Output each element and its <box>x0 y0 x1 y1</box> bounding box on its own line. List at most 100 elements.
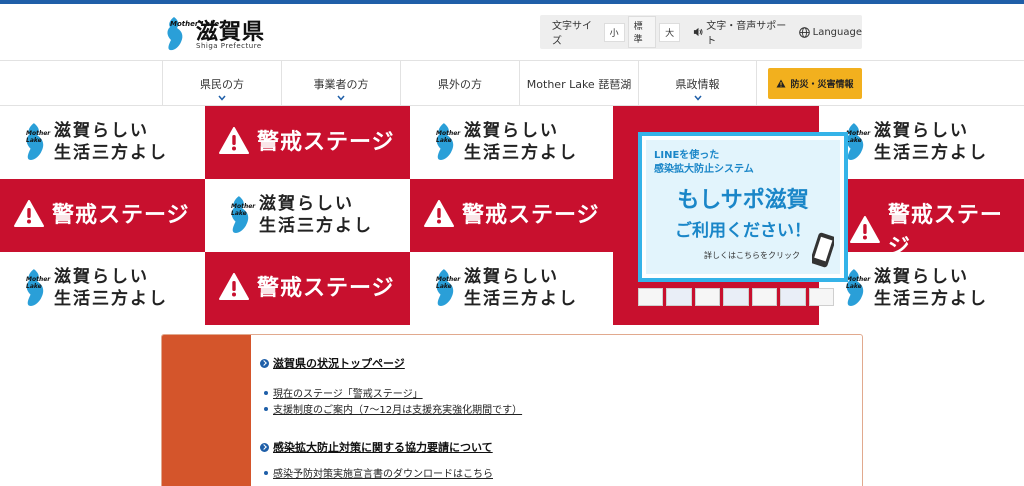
nav-item-government[interactable]: 県政情報 <box>638 61 757 106</box>
slogan-line2: 生活三方よし <box>464 143 578 163</box>
lake-biwa-icon: Mother Lake <box>22 122 51 162</box>
slogan-tile: Mother Lake 滋賀らしい 生活三方よし <box>410 252 615 325</box>
link-declaration-download[interactable]: 感染予防対策実施宣言書のダウンロードはこちら <box>264 465 493 480</box>
section-title: 滋賀県の状況トップページ <box>273 357 405 370</box>
font-size-large-button[interactable]: 大 <box>659 22 681 42</box>
nav-label: 県政情報 <box>675 78 720 91</box>
keikai-tile: 警戒ステージ <box>820 179 1024 260</box>
slogan-mark-text: Mother Lake <box>26 276 51 290</box>
thumbnail[interactable] <box>751 288 778 306</box>
disaster-info-label: 防災・災害情報 <box>790 80 854 90</box>
chevron-down-icon <box>693 95 702 101</box>
lake-biwa-icon: Mother Lake <box>22 268 51 308</box>
keikai-tile: 警戒ステージ <box>205 106 410 179</box>
keikai-label: 警戒ステージ <box>257 276 395 301</box>
slogan-tile: Mother Lake 滋賀らしい 生活三方よし <box>0 106 205 179</box>
slogan-mark-text: Mother Lake <box>846 130 871 144</box>
slogan-line2: 生活三方よし <box>874 289 988 309</box>
bullet-icon <box>264 406 268 411</box>
line-promo-line2: 感染拡大防止システム <box>654 164 754 175</box>
nav-item-mother-lake[interactable]: Mother Lake 琵琶湖 <box>519 61 638 106</box>
slogan-line1: 滋賀らしい <box>874 267 969 287</box>
chevron-down-icon <box>218 95 226 101</box>
status-panel: 滋賀県の状況トップページ 現在のステージ「警戒ステージ」 支援制度のご案内（7〜… <box>161 334 863 486</box>
slogan-line1: 滋賀らしい <box>54 121 149 141</box>
site-logo[interactable]: Mother Lake 滋賀県 Shiga Prefecture <box>164 12 274 54</box>
link-current-stage[interactable]: 現在のステージ「警戒ステージ」 <box>264 385 423 400</box>
link-support-system[interactable]: 支援制度のご案内（7〜12月は支援充実強化期間です） <box>264 401 522 416</box>
slogan-line1: 滋賀らしい <box>259 194 354 214</box>
lake-biwa-icon: Mother Lake <box>432 268 461 308</box>
nav-label: 県外の方 <box>438 78 482 91</box>
warning-icon <box>424 199 454 227</box>
keikai-label: 警戒ステージ <box>462 203 600 228</box>
nav-label: 県民の方 <box>200 78 244 91</box>
nav-item-residents[interactable]: 県民の方 <box>162 61 281 106</box>
font-size-standard-button[interactable]: 標準 <box>627 16 657 48</box>
keikai-tile: 警戒ステージ <box>0 179 205 252</box>
global-nav: 県民の方 事業者の方 県外の方 Mother Lake 琵琶湖 県政情報 防災・… <box>0 60 1024 106</box>
thumbnail[interactable] <box>808 288 834 306</box>
bullet-icon <box>264 470 268 475</box>
smartphone-icon <box>812 232 834 268</box>
promo-thumbnail-strip <box>638 288 834 308</box>
slogan-line1: 滋賀らしい <box>464 121 559 141</box>
warning-icon <box>14 199 44 227</box>
section-status-top[interactable]: 滋賀県の状況トップページ <box>260 355 405 371</box>
lake-biwa-icon: Mother Lake <box>432 122 460 162</box>
slogan-mark-text: Mother Lake <box>26 130 51 144</box>
slogan-tile: Mother Lake 滋賀らしい 生活三方よし <box>205 179 410 252</box>
link-label: 感染予防対策実施宣言書のダウンロードはこちら <box>273 469 493 480</box>
thumbnail[interactable] <box>666 288 692 306</box>
section-cooperation[interactable]: 感染拡大防止対策に関する協力要請について <box>260 439 493 455</box>
slogan-line2: 生活三方よし <box>874 143 988 163</box>
slogan-tile: Mother Lake 滋賀らしい 生活三方よし <box>820 106 1024 179</box>
slogan-line1: 滋賀らしい <box>464 267 559 287</box>
link-label: 現在のステージ「警戒ステージ」 <box>273 389 423 400</box>
nav-label: 事業者の方 <box>313 78 369 91</box>
keikai-label: 警戒ステージ <box>257 130 395 155</box>
slogan-line2: 生活三方よし <box>464 289 578 309</box>
slogan-mark-text: Mother Lake <box>846 276 871 290</box>
thumbnail[interactable] <box>694 288 721 306</box>
panel-side-accent <box>162 335 251 486</box>
slogan-line1: 滋賀らしい <box>874 121 969 141</box>
thumbnail[interactable] <box>638 288 664 306</box>
slogan-mark-text: Mother Lake <box>436 276 461 290</box>
line-promo-title: もしサポ滋賀 <box>677 188 809 213</box>
slogan-tile: Mother Lake 滋賀らしい 生活三方よし <box>0 252 205 325</box>
speaker-icon <box>694 27 703 37</box>
support-label: 文字・音声サポート <box>706 21 787 47</box>
slogan-tile: Mother Lake 滋賀らしい 生活三方よし <box>820 252 1024 325</box>
warning-icon <box>850 215 880 243</box>
language-link[interactable]: Language <box>798 26 862 38</box>
bullet-icon <box>264 390 268 395</box>
warning-icon <box>776 79 786 88</box>
nav-item-business[interactable]: 事業者の方 <box>281 61 400 106</box>
support-link[interactable]: 文字・音声サポート <box>693 17 788 47</box>
chevron-down-icon <box>337 95 345 101</box>
keikai-label: 警戒ステージ <box>52 203 190 228</box>
nav-item-visitors[interactable]: 県外の方 <box>400 61 519 106</box>
line-promo-line1: LINEを使った <box>654 150 720 161</box>
warning-icon <box>219 126 249 154</box>
arrow-circle-icon <box>260 358 269 368</box>
font-size-label: 文字サイズ <box>552 21 592 47</box>
arrow-circle-icon <box>260 442 269 452</box>
slogan-mark-text: Mother Lake <box>231 203 256 217</box>
slogan-line1: 滋賀らしい <box>54 267 149 287</box>
font-size-small-button[interactable]: 小 <box>603 22 625 42</box>
line-promo-click-text: 詳しくはこちらをクリック <box>704 251 800 260</box>
keikai-tile: 警戒ステージ <box>205 252 410 325</box>
slogan-tile: Mother Lake 滋賀らしい 生活三方よし <box>410 106 615 179</box>
thumbnail[interactable] <box>723 288 749 306</box>
line-promo-card[interactable]: LINEを使った 感染拡大防止システム もしサポ滋賀 ご利用ください！ 詳しくは… <box>638 132 848 282</box>
disaster-info-button[interactable]: 防災・災害情報 <box>768 68 862 99</box>
globe-icon <box>798 26 810 38</box>
keikai-tile: 警戒ステージ <box>410 179 615 252</box>
slogan-line2: 生活三方よし <box>259 216 373 236</box>
stage-banner[interactable]: Mother Lake 滋賀らしい 生活三方よし 警戒ステージ Mother La… <box>0 106 1024 326</box>
utility-bar: 文字サイズ 小 標準 大 文字・音声サポート Language <box>540 15 862 49</box>
language-label: Language <box>812 26 862 38</box>
thumbnail[interactable] <box>780 288 806 306</box>
